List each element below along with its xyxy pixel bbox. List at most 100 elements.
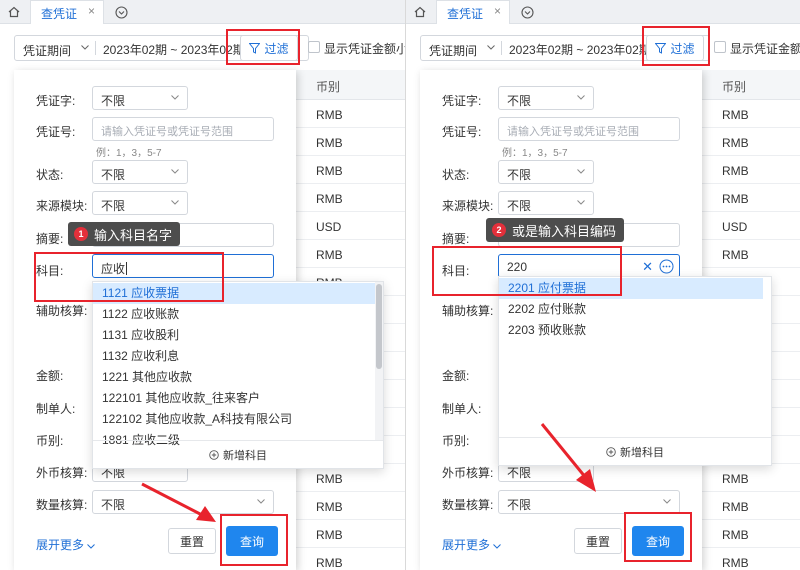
subject-option[interactable]: 1121 应收票据 xyxy=(93,283,375,304)
subject-value: 应收 xyxy=(101,262,128,276)
source-select[interactable]: 不限 xyxy=(498,191,594,215)
row-divider xyxy=(702,183,800,184)
expand-more-link[interactable]: 展开更多 xyxy=(36,536,96,553)
status-select[interactable]: 不限 xyxy=(92,160,188,184)
voucher-word-select[interactable]: 不限 xyxy=(92,86,188,110)
row-divider xyxy=(296,183,405,184)
step-badge: 2 xyxy=(492,223,506,237)
row-divider xyxy=(702,211,800,212)
source-label: 来源模块: xyxy=(442,199,494,213)
show-amount-checkbox[interactable] xyxy=(714,41,726,53)
currency-label: 币别: xyxy=(36,434,64,448)
subject-dropdown: 2201 应付票据 2202 应付账款 2203 预收账款 新增科目 xyxy=(498,276,772,466)
period-range: 2023年02期 ~ 2023年02期 xyxy=(509,43,651,57)
currency-cell: RMB xyxy=(316,472,343,486)
voucher-no-input[interactable]: 请输入凭证号或凭证号范围 xyxy=(92,117,274,141)
chevron-down-icon xyxy=(171,169,179,174)
subject-option[interactable]: 122102 其他应收款_A科技有限公司 xyxy=(93,409,375,430)
qty-select[interactable]: 不限 xyxy=(92,490,274,514)
qty-value: 不限 xyxy=(507,498,532,512)
tab-close-icon[interactable]: × xyxy=(494,4,501,18)
subject-option[interactable]: 1132 应收利息 xyxy=(93,346,375,367)
currency-cell: RMB xyxy=(316,500,343,514)
voucher-no-placeholder: 请输入凭证号或凭证号范围 xyxy=(507,126,639,138)
more-options-icon[interactable] xyxy=(659,259,674,274)
period-range: 2023年02期 ~ 2023年02期 xyxy=(103,43,245,57)
reset-button[interactable]: 重置 xyxy=(168,528,216,554)
add-subject-button[interactable]: 新增科目 xyxy=(93,440,383,468)
scrollbar-thumb[interactable] xyxy=(376,284,382,369)
subject-option[interactable]: 1131 应收股利 xyxy=(93,325,375,346)
step-badge: 1 xyxy=(74,227,88,241)
expand-more-link[interactable]: 展开更多 xyxy=(442,536,502,553)
currency-cell: RMB xyxy=(316,556,343,570)
dropdown-scrollbar[interactable] xyxy=(375,282,383,440)
subject-input[interactable]: 应收 xyxy=(92,254,274,278)
subject-option[interactable]: 122101 其他应收款_往来客户 xyxy=(93,388,375,409)
home-icon[interactable] xyxy=(410,2,430,22)
subject-label: 科目: xyxy=(36,264,64,278)
column-header-currency: 币别 xyxy=(722,80,747,94)
period-divider xyxy=(95,41,96,55)
row-divider xyxy=(702,267,800,268)
tab-voucher-query[interactable]: 查凭证 × xyxy=(30,0,104,24)
source-select[interactable]: 不限 xyxy=(92,191,188,215)
voucher-word-label: 凭证字: xyxy=(36,94,76,108)
currency-cell: RMB xyxy=(316,248,343,262)
show-amount-checkbox[interactable] xyxy=(308,41,320,53)
status-value: 不限 xyxy=(507,168,532,182)
tab-more-icon[interactable] xyxy=(518,3,536,21)
source-value: 不限 xyxy=(507,199,532,213)
currency-cell: RMB xyxy=(316,108,343,122)
maker-label: 制单人: xyxy=(36,402,76,416)
right-screenshot-pane: 查凭证 × 凭证期间 2023年02期 ~ 2023年02期 过滤 显示凭证金额… xyxy=(405,0,800,570)
table-header: 币别 xyxy=(702,70,800,100)
currency-cell: USD xyxy=(722,220,748,234)
subject-option[interactable]: 1122 应收账款 xyxy=(93,304,375,325)
chevron-down-icon xyxy=(487,45,495,50)
subject-option[interactable]: 2201 应付票据 xyxy=(499,278,763,299)
row-divider xyxy=(702,155,800,156)
subject-option[interactable]: 2203 预收账款 xyxy=(499,320,763,341)
voucher-no-hint: 例：1，3，5-7 xyxy=(502,148,568,159)
clear-icon[interactable]: ✕ xyxy=(642,259,653,275)
query-button[interactable]: 查询 xyxy=(226,526,278,556)
row-divider xyxy=(702,491,800,492)
fx-value: 不限 xyxy=(507,466,532,480)
row-divider xyxy=(296,547,405,548)
source-label: 来源模块: xyxy=(36,199,88,213)
subject-option[interactable]: 1221 其他应收款 xyxy=(93,367,375,388)
voucher-word-select[interactable]: 不限 xyxy=(498,86,594,110)
status-select[interactable]: 不限 xyxy=(498,160,594,184)
currency-cell: RMB xyxy=(722,500,749,514)
filter-button[interactable]: 过滤 xyxy=(240,35,298,61)
reset-button[interactable]: 重置 xyxy=(574,528,622,554)
query-toolbar: 凭证期间 2023年02期 ~ 2023年02期 过滤 显示凭证金额小计 xyxy=(406,24,800,70)
currency-cell: RMB xyxy=(722,248,749,262)
row-divider xyxy=(296,239,405,240)
plus-circle-icon xyxy=(209,449,219,460)
currency-cell: USD xyxy=(316,220,342,234)
summary-label: 摘要: xyxy=(36,232,64,246)
voucher-no-input[interactable]: 请输入凭证号或凭证号范围 xyxy=(498,117,680,141)
row-divider xyxy=(296,211,405,212)
add-subject-label: 新增科目 xyxy=(620,446,664,459)
filter-button[interactable]: 过滤 xyxy=(646,35,704,61)
add-subject-button[interactable]: 新增科目 xyxy=(499,437,771,465)
summary-label: 摘要: xyxy=(442,232,470,246)
tab-more-icon[interactable] xyxy=(112,3,130,21)
qty-label: 数量核算: xyxy=(36,498,88,512)
query-button[interactable]: 查询 xyxy=(632,526,684,556)
qty-select[interactable]: 不限 xyxy=(498,490,680,514)
subject-input[interactable]: 220 ✕ xyxy=(498,254,680,278)
subject-option[interactable]: 2202 应付账款 xyxy=(499,299,763,320)
home-icon[interactable] xyxy=(4,2,24,22)
currency-cell: RMB xyxy=(722,556,749,570)
currency-cell: RMB xyxy=(722,472,749,486)
currency-cell: RMB xyxy=(722,164,749,178)
tab-close-icon[interactable]: × xyxy=(88,4,95,18)
tab-label: 查凭证 xyxy=(41,7,78,21)
tab-voucher-query[interactable]: 查凭证 × xyxy=(436,0,510,24)
voucher-no-hint: 例：1，3，5-7 xyxy=(96,148,162,159)
currency-cell: RMB xyxy=(316,528,343,542)
